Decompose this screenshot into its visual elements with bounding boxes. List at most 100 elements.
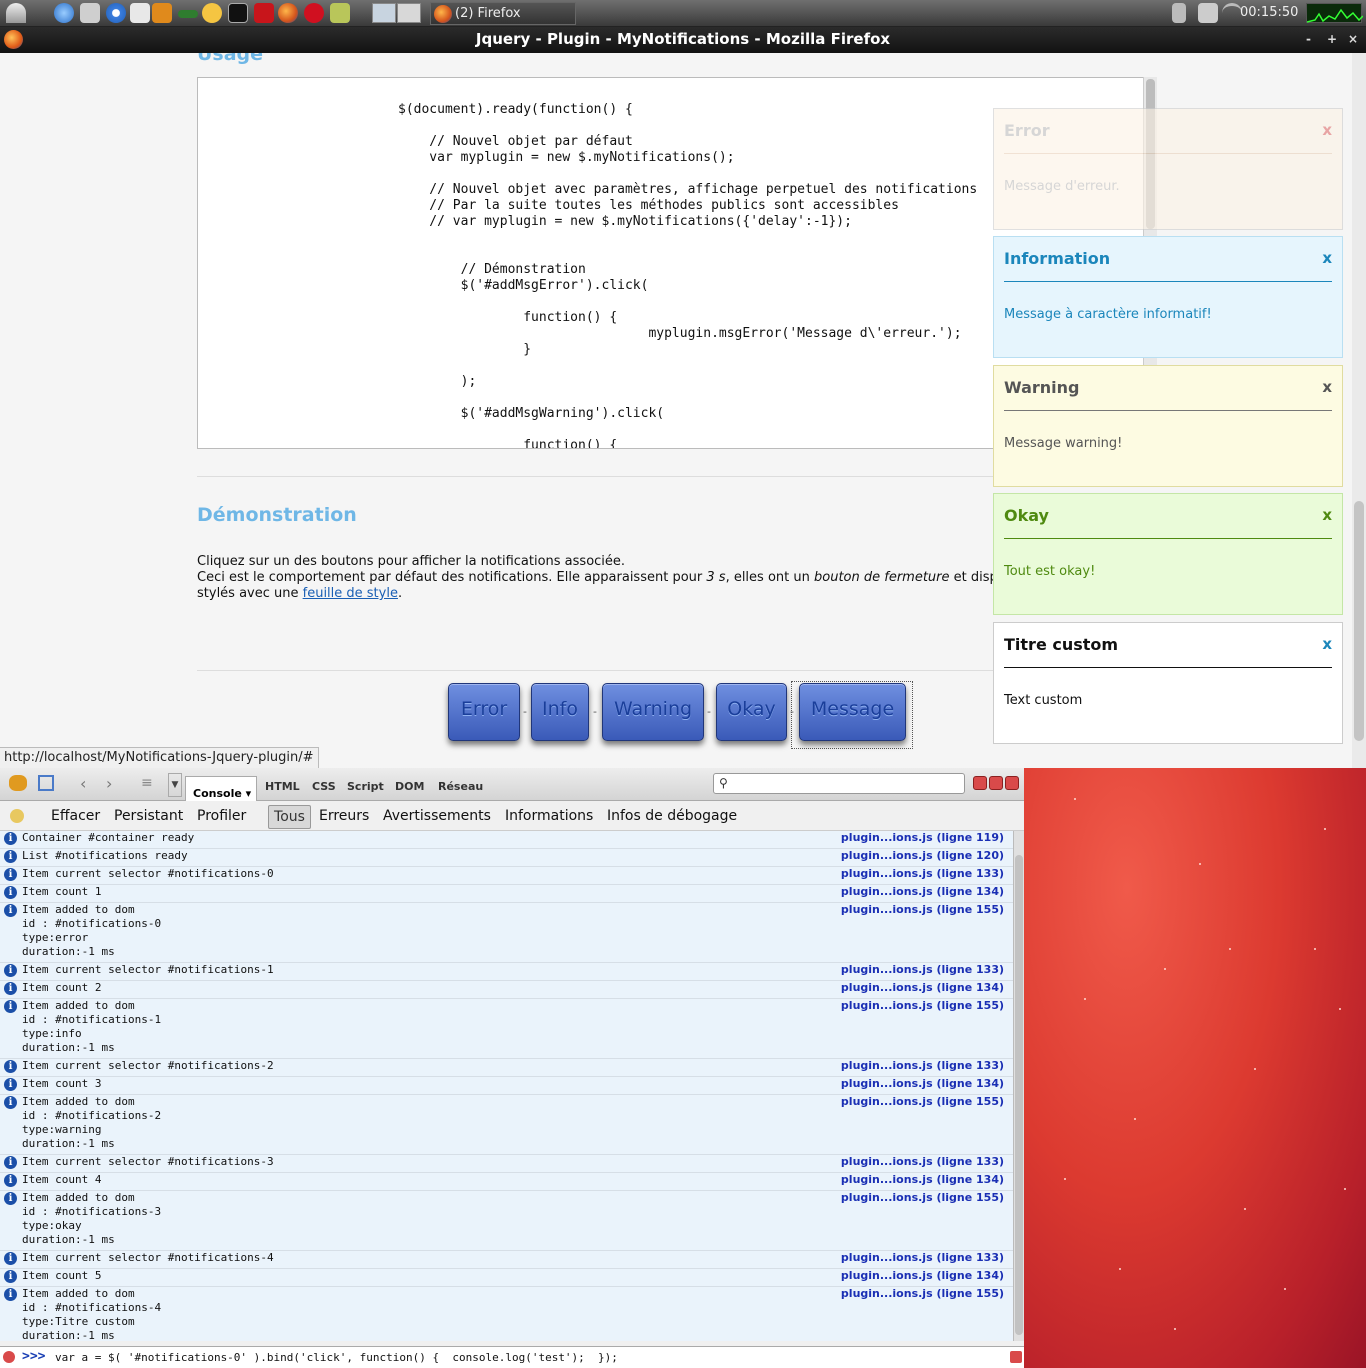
list-icon[interactable]: ≡ — [141, 775, 153, 791]
tab-css[interactable]: CSS — [312, 780, 336, 793]
tab-script[interactable]: Script — [347, 780, 384, 793]
firebug-bug-icon[interactable] — [9, 775, 27, 791]
notification-info[interactable]: Information x Message à caractère inform… — [993, 236, 1343, 358]
close-window-button[interactable]: × — [1348, 27, 1358, 51]
tab-reseau[interactable]: Réseau — [438, 780, 483, 793]
log-source-link[interactable]: plugin...ions.js (ligne 134) — [841, 981, 1004, 995]
log-source-link[interactable]: plugin...ions.js (ligne 133) — [841, 1059, 1004, 1073]
command-input[interactable]: var a = $( '#notifications-0' ).bind('cl… — [55, 1351, 618, 1364]
log-row[interactable]: i Item count 1 plugin...ions.js (ligne 134… — [0, 885, 1013, 903]
firebug-close-icon[interactable] — [1005, 776, 1019, 790]
notification-close-button[interactable]: x — [1322, 378, 1332, 396]
command-line[interactable]: >>> var a = $( '#notifications-0' ).bind… — [0, 1346, 1024, 1368]
log-source-link[interactable]: plugin...ions.js (ligne 120) — [841, 849, 1004, 863]
clear-console-icon[interactable] — [10, 809, 24, 823]
notification-close-button[interactable]: x — [1322, 249, 1332, 267]
opera-icon[interactable] — [304, 3, 324, 23]
taskbar-firefox-task[interactable]: (2) Firefox — [430, 2, 576, 25]
chrome-launcher-icon[interactable] — [106, 3, 126, 23]
notification-error[interactable]: Error x Message d'erreur. — [993, 108, 1343, 230]
notification-close-button[interactable]: x — [1322, 506, 1332, 524]
log-row[interactable]: i List #notifications ready plugin...ions.… — [0, 849, 1013, 867]
message-button[interactable]: Message — [799, 683, 906, 741]
log-source-link[interactable]: plugin...ions.js (ligne 155) — [841, 1095, 1004, 1109]
console-scroll-thumb[interactable] — [1015, 855, 1023, 1335]
log-row[interactable]: i Item current selector #notifications-4 p… — [0, 1251, 1013, 1269]
log-row[interactable]: i Item added to dom id : #notifications-4… — [0, 1287, 1013, 1341]
persistant-button[interactable]: Persistant — [114, 808, 183, 824]
stylesheet-link[interactable]: feuille de style — [303, 586, 398, 601]
log-source-link[interactable]: plugin...ions.js (ligne 155) — [841, 903, 1004, 917]
log-source-link[interactable]: plugin...ions.js (ligne 119) — [841, 831, 1004, 845]
log-row[interactable]: i Item count 3 plugin...ions.js (ligne 134… — [0, 1077, 1013, 1095]
maximize-button[interactable]: + — [1327, 27, 1337, 51]
minimize-button[interactable]: - — [1306, 27, 1311, 51]
notification-okay[interactable]: Okay x Tout est okay! — [993, 493, 1343, 615]
pidgin-icon[interactable] — [202, 3, 222, 23]
log-source-link[interactable]: plugin...ions.js (ligne 133) — [841, 1251, 1004, 1265]
notification-warning[interactable]: Warning x Message warning! — [993, 365, 1343, 487]
firebug-search-input[interactable]: ⚲ — [713, 773, 965, 794]
log-row[interactable]: i Item current selector #notifications-1 p… — [0, 963, 1013, 981]
inspect-icon[interactable] — [38, 775, 54, 791]
windows-icon[interactable] — [130, 3, 150, 23]
log-source-link[interactable]: plugin...ions.js (ligne 134) — [841, 1077, 1004, 1091]
network-monitor-icon[interactable] — [178, 10, 198, 18]
filter-debogage[interactable]: Infos de débogage — [607, 808, 737, 824]
cpu-monitor-graph[interactable] — [1306, 3, 1364, 23]
log-source-link[interactable]: plugin...ions.js (ligne 155) — [841, 1191, 1004, 1205]
filter-erreurs[interactable]: Erreurs — [319, 808, 369, 824]
log-source-link[interactable]: plugin...ions.js (ligne 134) — [841, 885, 1004, 899]
log-row[interactable]: i Item current selector #notifications-3 p… — [0, 1155, 1013, 1173]
notification-close-button[interactable]: x — [1322, 121, 1332, 139]
effacer-button[interactable]: Effacer — [51, 808, 100, 824]
log-source-link[interactable]: plugin...ions.js (ligne 134) — [841, 1173, 1004, 1187]
wifi-icon[interactable] — [1222, 3, 1242, 23]
expand-command-icon[interactable] — [1010, 1351, 1022, 1363]
log-row[interactable]: i Item current selector #notifications-2 p… — [0, 1059, 1013, 1077]
console-scrollbar[interactable] — [1013, 831, 1024, 1341]
log-row[interactable]: i Item count 4 plugin...ions.js (ligne 134… — [0, 1173, 1013, 1191]
volume-icon[interactable] — [1172, 3, 1186, 23]
log-row[interactable]: i Item added to dom id : #notifications-0… — [0, 903, 1013, 963]
filter-informations[interactable]: Informations — [505, 808, 593, 824]
log-row[interactable]: i Container #container ready plugin...ions… — [0, 831, 1013, 849]
filezilla-icon[interactable] — [254, 3, 274, 23]
firefox-window-icon[interactable] — [4, 30, 23, 49]
error-button[interactable]: Error — [448, 683, 520, 741]
workspace-1-icon[interactable] — [372, 3, 396, 23]
terminal-icon[interactable] — [228, 3, 248, 23]
log-row[interactable]: i Item current selector #notifications-0 p… — [0, 867, 1013, 885]
log-row[interactable]: i Item count 5 plugin...ions.js (ligne 134… — [0, 1269, 1013, 1287]
clock[interactable]: 00:15:50 — [1240, 5, 1298, 20]
download-icon[interactable] — [330, 3, 350, 23]
app-menu-icon[interactable] — [6, 3, 26, 23]
log-source-link[interactable]: plugin...ions.js (ligne 133) — [841, 963, 1004, 977]
tab-html[interactable]: HTML — [265, 780, 300, 793]
profiler-button[interactable]: Profiler — [197, 808, 246, 824]
back-icon[interactable]: ‹ — [80, 774, 86, 793]
log-source-link[interactable]: plugin...ions.js (ligne 155) — [841, 999, 1004, 1013]
log-row[interactable]: i Item added to dom id : #notifications-2… — [0, 1095, 1013, 1155]
firebug-minimize-icon[interactable] — [973, 776, 987, 790]
tab-dom[interactable]: DOM — [395, 780, 424, 793]
browser-launcher-icon[interactable] — [54, 3, 74, 23]
log-source-link[interactable]: plugin...ions.js (ligne 155) — [841, 1287, 1004, 1301]
firefox-launcher-icon[interactable] — [278, 3, 298, 23]
log-row[interactable]: i Item count 2 plugin...ions.js (ligne 134… — [0, 981, 1013, 999]
notification-close-button[interactable]: x — [1322, 635, 1332, 653]
file-manager-icon[interactable] — [80, 3, 100, 23]
log-row[interactable]: i Item added to dom id : #notifications-1… — [0, 999, 1013, 1059]
settings-gear-icon[interactable] — [152, 3, 172, 23]
page-scroll-thumb[interactable] — [1354, 501, 1364, 741]
firebug-detach-icon[interactable] — [989, 776, 1003, 790]
tab-console[interactable]: Console ▾ — [185, 776, 257, 801]
log-row[interactable]: i Item added to dom id : #notifications-3… — [0, 1191, 1013, 1251]
okay-button[interactable]: Okay — [716, 683, 787, 741]
filter-tous[interactable]: Tous — [268, 805, 311, 829]
error-indicator-icon[interactable] — [3, 1351, 15, 1363]
notification-custom[interactable]: Titre custom x Text custom — [993, 622, 1343, 744]
network-settings-icon[interactable] — [1198, 3, 1218, 23]
log-source-link[interactable]: plugin...ions.js (ligne 134) — [841, 1269, 1004, 1283]
forward-icon[interactable]: › — [106, 774, 112, 793]
